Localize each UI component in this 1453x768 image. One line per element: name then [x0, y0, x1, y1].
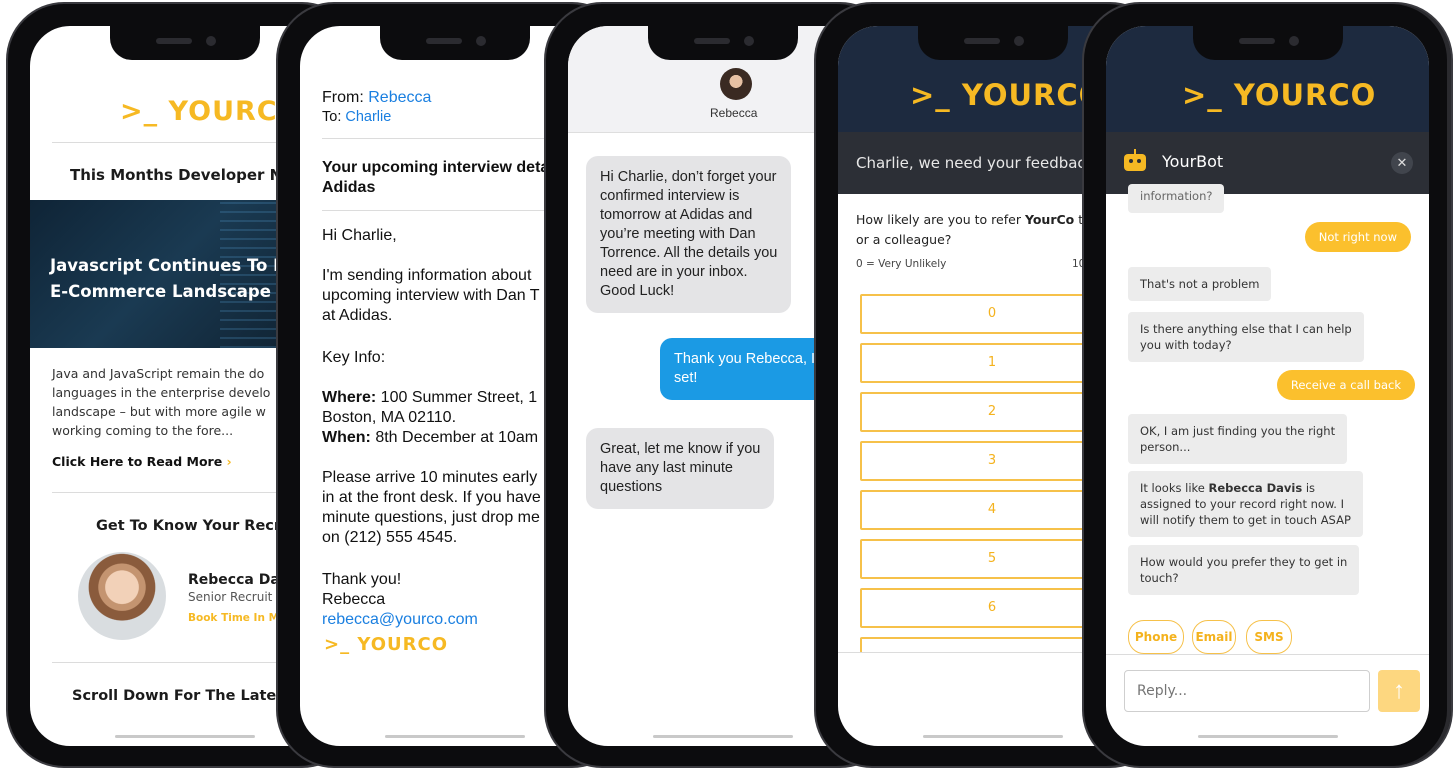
- email-subject: Your upcoming interview deta Adidas: [322, 159, 550, 196]
- recruiter-heading: Get To Know Your Recrui: [96, 518, 297, 534]
- email-greeting: Hi Charlie,: [322, 227, 397, 244]
- bot-message-partial: information?: [1128, 184, 1225, 213]
- email-key-info: Key Info:: [322, 349, 386, 366]
- robot-icon: [1124, 149, 1146, 171]
- chip-phone[interactable]: Phone: [1128, 620, 1184, 654]
- article-excerpt: Java and JavaScript remain the do langua…: [52, 366, 271, 438]
- read-more-link[interactable]: Click Here to Read More ›: [52, 454, 232, 469]
- phone-notch: [648, 26, 798, 60]
- email-to: To: Charlie: [322, 109, 392, 125]
- chip-email[interactable]: Email: [1192, 620, 1236, 654]
- bot-message: That's not a problem: [1128, 267, 1272, 301]
- scale-low-label: 0 = Very Unlikely: [856, 258, 947, 270]
- home-indicator: [1197, 735, 1338, 738]
- jobs-heading: Scroll Down For The Latest J: [72, 688, 303, 704]
- arrow-up-icon: ↑: [1393, 677, 1405, 704]
- bot-message: How would you prefer they to get in touch…: [1128, 545, 1360, 595]
- phone-notch: [380, 26, 530, 60]
- brand-logo: >_ YOURCO: [324, 634, 449, 655]
- phone-chatbot: >_ YOURCO YourBot ✕ information? Not rig…: [1084, 4, 1451, 766]
- phone-notch: [918, 26, 1068, 60]
- contact-avatar[interactable]: [720, 68, 752, 100]
- chatbot-screen: >_ YOURCO YourBot ✕ information? Not rig…: [1106, 26, 1429, 746]
- sender-email-link[interactable]: rebecca@yourco.com: [322, 610, 478, 630]
- home-indicator: [923, 735, 1063, 738]
- hero-title-line2: E-Commerce Landscape: [50, 282, 271, 301]
- newsletter-heading: This Months Developer New: [70, 166, 307, 184]
- incoming-message: Great, let me know if you have any last m…: [586, 428, 775, 509]
- bot-message: It looks like Rebecca Davis is assigned …: [1128, 471, 1363, 537]
- survey-question: How likely are you to refer YourCo t or …: [856, 212, 1084, 247]
- hero-title-line1: Javascript Continues To Do: [50, 256, 299, 275]
- email-para2: Please arrive 10 minutes early in at the …: [322, 469, 541, 546]
- chevron-right-icon: ›: [226, 454, 232, 469]
- book-time-link[interactable]: Book Time In My: [188, 612, 286, 624]
- recruiter-role: Senior Recruit: [188, 590, 273, 604]
- home-indicator: [115, 735, 255, 738]
- close-icon[interactable]: ✕: [1391, 152, 1413, 174]
- email-signoff: Thank you! Rebecca rebecca@yourco.com: [322, 571, 478, 630]
- email-para1: I'm sending information about upcoming in…: [322, 267, 540, 324]
- email-details: Where: 100 Summer Street, 1 Boston, MA 0…: [322, 389, 539, 446]
- user-reply: Receive a call back: [1276, 370, 1415, 400]
- send-button[interactable]: ↑: [1378, 670, 1420, 712]
- bot-message: OK, I am just finding you the right perso…: [1128, 414, 1348, 464]
- to-link[interactable]: Charlie: [345, 109, 391, 125]
- phone-notch: [1192, 26, 1343, 60]
- email-from: From: Rebecca: [322, 89, 432, 106]
- incoming-message: Hi Charlie, don’t forget your confirmed i…: [586, 156, 792, 313]
- phone-notch: [110, 26, 260, 60]
- contact-name: Rebecca: [710, 106, 758, 120]
- user-reply: Not right now: [1304, 222, 1411, 252]
- brand-logo: >_ YOURCO: [120, 96, 302, 127]
- chip-sms[interactable]: SMS: [1246, 620, 1292, 654]
- recruiter-name: Rebecca Da: [188, 572, 280, 588]
- from-link[interactable]: Rebecca: [368, 89, 431, 106]
- reply-input[interactable]: [1124, 670, 1370, 712]
- brand-logo: >_ YOURCO: [1182, 78, 1377, 112]
- recruiter-avatar: [78, 552, 166, 640]
- home-indicator: [385, 735, 525, 738]
- home-indicator: [653, 735, 793, 738]
- chatbot-title: YourBot: [1162, 152, 1224, 171]
- bot-message: Is there anything else that I can help yo…: [1128, 312, 1364, 362]
- brand-logo: >_ YOURCO: [910, 78, 1105, 112]
